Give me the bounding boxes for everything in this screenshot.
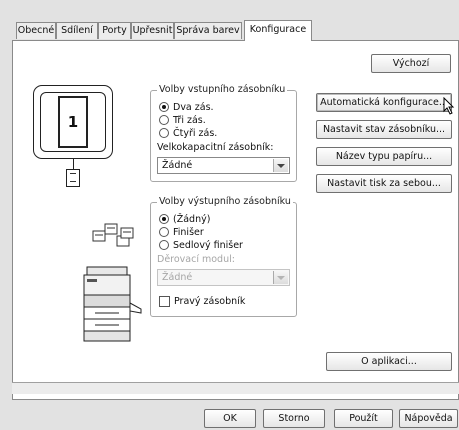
chevron-down-icon: [273, 271, 288, 284]
punch-module-label: Děrovací modul:: [157, 254, 235, 265]
large-capacity-select[interactable]: Žádné: [157, 157, 290, 174]
radio-finisher-control[interactable]: [159, 227, 169, 237]
tray-status-button[interactable]: Nastavit stav zásobníku...: [316, 120, 452, 139]
tab-obecne[interactable]: Obecné: [16, 22, 56, 39]
auto-config-button[interactable]: Automatická konfigurace...: [316, 93, 452, 112]
cancel-button[interactable]: Storno: [263, 409, 325, 428]
radio-saddle-finisher-label: Sedlový finišer: [173, 240, 243, 251]
radio-saddle-finisher-control[interactable]: [159, 240, 169, 250]
radio-three-trays-control[interactable]: [159, 115, 169, 125]
tray-preview-paper: 1: [58, 96, 88, 148]
radio-two-trays-label: Dva zás.: [173, 102, 214, 113]
tray-connector-line: [73, 159, 74, 169]
document-icon: [66, 169, 80, 187]
about-button[interactable]: O aplikaci...: [326, 352, 452, 371]
tab-sprava-barev[interactable]: Správa barev: [174, 22, 242, 39]
radio-four-trays-control[interactable]: [159, 128, 169, 138]
tab-sdileni[interactable]: Sdílení: [56, 22, 98, 39]
tab-upresnit[interactable]: Upřesnit: [131, 22, 174, 39]
document-icon-lines: [70, 173, 76, 182]
apply-button[interactable]: Použít: [334, 409, 393, 428]
printer-icon: [83, 266, 142, 342]
radio-four-trays-label: Čtyři zás.: [173, 128, 218, 139]
output-tray-legend: Volby výstupního zásobníku: [157, 196, 293, 207]
output-tray-group: Volby výstupního zásobníku (Žádný) Finiš…: [150, 196, 297, 317]
punch-module-select: Žádné: [157, 269, 290, 286]
radio-no-finisher-control[interactable]: [159, 214, 169, 224]
input-tray-group: Volby vstupního zásobníku Dva zás. Tři z…: [150, 84, 297, 182]
status-bar: [12, 382, 459, 394]
right-tray-checkbox[interactable]: [159, 296, 170, 307]
tray-preview-box: 1: [33, 85, 113, 159]
tab-konfigurace[interactable]: Konfigurace: [244, 20, 312, 41]
radio-two-trays-control[interactable]: [159, 102, 169, 112]
punch-module-value: Žádné: [162, 272, 193, 283]
default-button[interactable]: Výchozí: [371, 54, 451, 73]
large-capacity-label: Velkokapacitní zásobník:: [157, 142, 274, 153]
tray-number: 1: [67, 113, 79, 131]
mouse-cursor-icon: [443, 97, 455, 115]
right-tray-label: Pravý zásobník: [174, 296, 246, 307]
input-tray-legend: Volby vstupního zásobníku: [157, 84, 288, 95]
print-setup-button[interactable]: Nastavit tisk za sebou...: [316, 174, 452, 193]
chevron-down-icon[interactable]: [273, 159, 288, 172]
radio-three-trays-label: Tři zás.: [173, 115, 206, 126]
paper-type-name-button[interactable]: Název typu papíru...: [316, 147, 452, 166]
radio-finisher-label: Finišer: [173, 227, 204, 238]
tab-porty[interactable]: Porty: [98, 22, 131, 39]
configuration-panel: 1 Volby vstupního zásobníku Dva zás. Tři…: [12, 40, 459, 400]
ok-button[interactable]: OK: [204, 409, 256, 428]
large-capacity-value: Žádné: [162, 160, 193, 171]
help-button[interactable]: Nápověda: [399, 409, 458, 428]
radio-no-finisher-label: (Žádný): [173, 214, 211, 225]
output-bins-icon: [92, 223, 134, 247]
